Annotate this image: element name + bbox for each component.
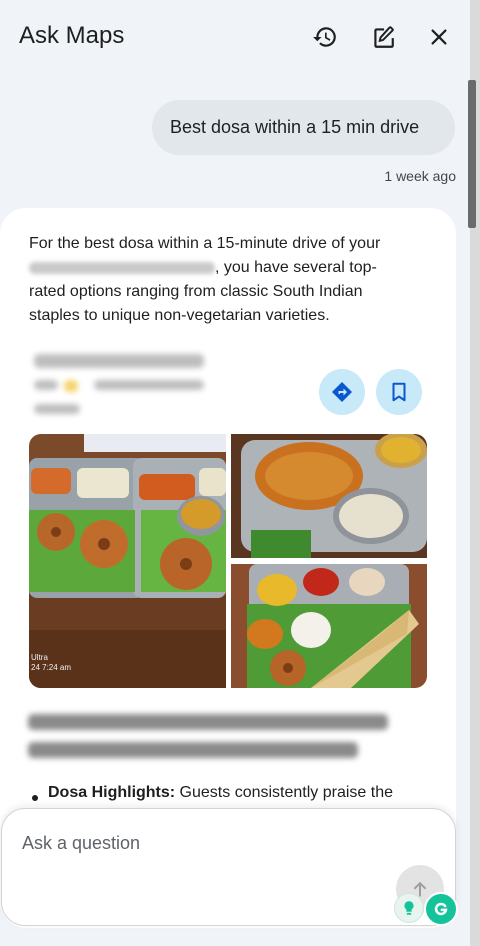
- new-chat-button[interactable]: [366, 20, 400, 54]
- directions-button[interactable]: [319, 369, 365, 415]
- photo-brand-overlay: Ultra: [31, 653, 48, 662]
- history-icon: [313, 27, 336, 47]
- place-photo-main[interactable]: Ultra 24 7:24 am: [29, 434, 226, 688]
- answer-intro: For the best dosa within a 15-minute dri…: [29, 232, 429, 328]
- bullet-text: Guests consistently praise the: [175, 784, 393, 801]
- ask-maps-panel: Ask Maps Best dosa within a 15 min drive…: [0, 0, 470, 946]
- answer-line-1: For the best dosa within a 15-minute dri…: [29, 235, 381, 252]
- query-timestamp: 1 week ago: [384, 168, 456, 184]
- close-button[interactable]: [422, 20, 456, 54]
- close-icon: [431, 29, 447, 45]
- highlight-bullet: Dosa Highlights: Guests consistently pra…: [48, 784, 448, 802]
- bookmark-icon: [392, 382, 406, 402]
- question-composer: [1, 808, 456, 926]
- bullet-dot: [32, 795, 38, 801]
- thali-photo: [231, 564, 427, 688]
- question-input[interactable]: [20, 827, 384, 859]
- place-photo-top-right[interactable]: [231, 434, 427, 558]
- panel-scrollbar[interactable]: [468, 80, 476, 228]
- save-place-button[interactable]: [376, 369, 422, 415]
- answer-line-4: staples to unique non-vegetarian varieti…: [29, 307, 330, 324]
- history-button[interactable]: [308, 20, 342, 54]
- answer-line-3: rated options ranging from classic South…: [29, 283, 363, 300]
- place-photo-bottom-right[interactable]: [231, 564, 427, 688]
- panel-header: Ask Maps: [0, 0, 470, 74]
- vada-plate-photo: Ultra 24 7:24 am: [29, 434, 226, 688]
- answer-line-2: , you have several top-: [29, 256, 429, 280]
- directions-icon: [332, 382, 352, 402]
- photo-time-overlay: 24 7:24 am: [31, 663, 71, 672]
- lightbulb-icon: [404, 901, 414, 915]
- grammarly-icon: [434, 902, 448, 916]
- lightbulb-extension-button[interactable]: [394, 893, 424, 923]
- grammarly-extension-button[interactable]: [424, 892, 458, 926]
- redacted-location: [29, 261, 215, 274]
- user-query-bubble: Best dosa within a 15 min drive: [152, 100, 455, 155]
- panel-title: Ask Maps: [19, 22, 125, 49]
- answer-line-2-text: , you have several top-: [215, 259, 377, 276]
- bullet-label: Dosa Highlights:: [48, 784, 176, 801]
- edit-icon: [374, 26, 394, 48]
- dosa-plate-photo: [231, 434, 427, 558]
